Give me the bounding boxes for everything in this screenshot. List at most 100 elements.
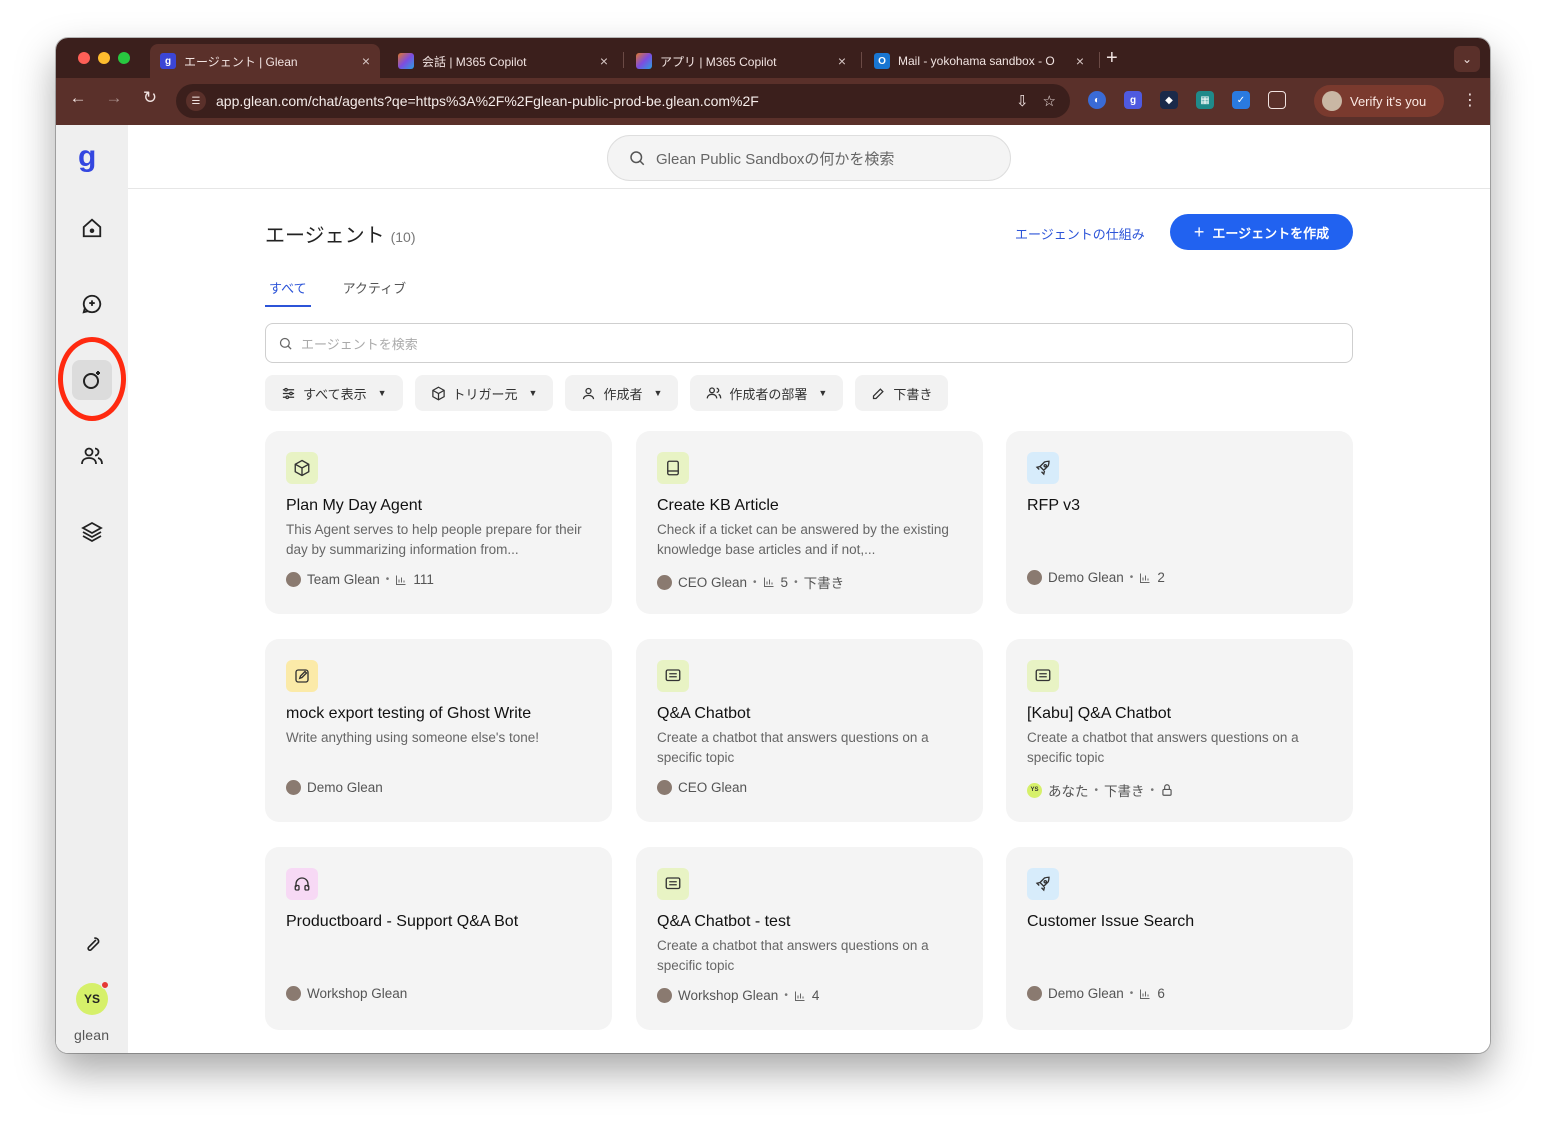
window-controls <box>78 52 130 64</box>
agent-meta: CEO Glean • 5 • 下書き <box>657 572 844 592</box>
agent-meta: Demo Glean • 6 <box>1027 986 1165 1001</box>
page-title: エージェント (10) <box>265 219 416 248</box>
filter-draft[interactable]: 下書き <box>855 375 949 411</box>
agent-description: Write anything using someone else's tone… <box>286 730 539 745</box>
install-app-icon[interactable]: ⇩ <box>1016 92 1029 110</box>
notification-dot <box>101 981 109 989</box>
new-tab-button[interactable]: + <box>1106 46 1118 70</box>
headphones-icon <box>286 868 318 900</box>
usage-chart-icon <box>1140 573 1150 583</box>
close-tab-icon[interactable]: × <box>362 53 370 69</box>
draft-badge: 下書き <box>1104 784 1145 799</box>
agent-title: Plan My Day Agent <box>286 497 423 514</box>
close-tab-icon[interactable]: × <box>1076 53 1084 69</box>
agent-card[interactable]: RFP v3 Demo Glean • 2 <box>1006 431 1353 614</box>
author-avatar <box>286 572 301 587</box>
url-text: app.glean.com/chat/agents?qe=https%3A%2F… <box>216 93 759 109</box>
author-name: CEO Glean <box>678 574 748 590</box>
author-name: Demo Glean <box>1048 570 1124 585</box>
zoom-window-button[interactable] <box>118 52 130 64</box>
profile-button[interactable]: Verify it's you <box>1314 85 1444 117</box>
forward-button[interactable]: → <box>101 88 127 108</box>
extension-5-icon[interactable]: ✓ <box>1232 91 1250 109</box>
filter-trigger[interactable]: トリガー元 ▼ <box>414 375 554 411</box>
filter-author-department[interactable]: 作成者の部署 ▼ <box>690 375 844 411</box>
minimize-window-button[interactable] <box>98 52 110 64</box>
address-bar[interactable]: ☰ app.glean.com/chat/agents?qe=https%3A%… <box>176 84 1070 118</box>
run-count: 2 <box>1157 570 1165 585</box>
author-avatar <box>1027 570 1042 585</box>
agent-card[interactable]: Q&A Chatbot - test Create a chatbot that… <box>636 847 983 1030</box>
agent-card[interactable]: Create KB Article Check if a ticket can … <box>636 431 983 614</box>
wrench-settings-icon[interactable] <box>72 923 112 963</box>
lock-icon <box>1162 784 1172 796</box>
agent-search-placeholder: エージェントを検索 <box>301 336 418 352</box>
filter-label: トリガー元 <box>452 386 518 402</box>
agent-meta: YS あなた • 下書き • <box>1027 780 1174 800</box>
collections-layers-icon[interactable] <box>72 512 112 552</box>
create-agent-button[interactable]: + エージェントを作成 <box>1170 214 1353 250</box>
extension-1-icon[interactable]: ◐ <box>1088 91 1106 109</box>
bookmark-star-icon[interactable]: ☆ <box>1043 92 1056 110</box>
meta-separator: • <box>385 574 390 585</box>
browser-toolbar: ← → ↻ ☰ app.glean.com/chat/agents?qe=htt… <box>56 78 1490 125</box>
run-count: 4 <box>811 988 820 1003</box>
filter-label: 作成者の部署 <box>729 386 808 402</box>
run-count: 5 <box>780 574 789 590</box>
agent-search-input[interactable]: エージェントを検索 <box>265 323 1353 363</box>
agent-description: Create a chatbot that answers questions … <box>657 730 929 765</box>
plus-icon: + <box>1193 221 1205 242</box>
tab-search-button[interactable]: ⌄ <box>1454 46 1480 72</box>
run-count: 111 <box>413 572 434 587</box>
author-name: Demo Glean <box>307 780 383 795</box>
filter-show-all[interactable]: すべて表示 ▼ <box>265 375 403 411</box>
agent-card[interactable]: Plan My Day Agent This Agent serves to h… <box>265 431 612 614</box>
profile-label: Verify it's you <box>1350 93 1427 109</box>
close-tab-icon[interactable]: × <box>838 53 846 69</box>
assistant-chat-icon[interactable] <box>72 284 112 324</box>
agent-title: Create KB Article <box>657 497 779 514</box>
sliders-icon <box>282 387 295 399</box>
glean-extension-icon[interactable]: g <box>1124 91 1142 109</box>
glean-logo-icon[interactable]: g <box>78 140 96 174</box>
tab-active[interactable]: アクティブ <box>339 276 411 307</box>
browser-tab-glean[interactable]: g エージェント | Glean × <box>150 44 380 78</box>
close-tab-icon[interactable]: × <box>600 53 608 69</box>
glean-wordmark: glean <box>74 1027 110 1043</box>
agent-meta: Demo Glean • 2 <box>1027 570 1165 585</box>
agent-card[interactable]: Q&A Chatbot Create a chatbot that answer… <box>636 639 983 822</box>
extensions-puzzle-icon[interactable] <box>1268 91 1286 109</box>
agent-card[interactable]: Customer Issue Search Demo Glean • 6 <box>1006 847 1353 1030</box>
close-window-button[interactable] <box>78 52 90 64</box>
agent-card[interactable]: Productboard - Support Q&A Bot Workshop … <box>265 847 612 1030</box>
back-button[interactable]: ← <box>65 88 91 108</box>
filter-author[interactable]: 作成者 ▼ <box>565 375 679 411</box>
browser-tab-m365-apps[interactable]: アプリ | M365 Copilot × <box>626 44 856 78</box>
reload-button[interactable]: ↻ <box>137 88 163 108</box>
author-name: Workshop Glean <box>678 988 779 1003</box>
extension-3-icon[interactable]: ◆ <box>1160 91 1178 109</box>
extension-4-icon[interactable]: ▦ <box>1196 91 1214 109</box>
global-search-input[interactable]: Glean Public Sandboxの何かを検索 <box>607 135 1011 181</box>
chat-icon <box>657 660 689 692</box>
meta-separator: • <box>1129 572 1134 583</box>
tab-all[interactable]: すべて <box>265 276 311 307</box>
browser-tab-m365-chat[interactable]: 会話 | M365 Copilot × <box>388 44 618 78</box>
filter-label: すべて表示 <box>303 386 367 402</box>
site-settings-icon[interactable]: ☰ <box>186 91 206 111</box>
how-agents-work-link[interactable]: エージェントの仕組み <box>1015 224 1145 243</box>
global-search-placeholder: Glean Public Sandboxの何かを検索 <box>656 150 895 168</box>
tab-strip: g エージェント | Glean × 会話 | M365 Copilot × ア… <box>56 38 1490 78</box>
tab-separator <box>623 52 624 68</box>
highlight-annotation-ring <box>58 337 126 421</box>
browser-tab-mail[interactable]: O Mail - yokohama sandbox - O × <box>864 44 1094 78</box>
cube-icon <box>286 452 318 484</box>
search-icon <box>630 151 645 166</box>
people-icon[interactable] <box>72 436 112 476</box>
agent-card[interactable]: [Kabu] Q&A Chatbot Create a chatbot that… <box>1006 639 1353 822</box>
browser-menu-icon[interactable]: ⋮ <box>1462 90 1478 110</box>
agent-description: Check if a ticket can be answered by the… <box>657 522 949 557</box>
caret-down-icon: ▼ <box>377 388 387 398</box>
home-icon[interactable] <box>72 208 112 248</box>
agent-card[interactable]: mock export testing of Ghost Write Write… <box>265 639 612 822</box>
